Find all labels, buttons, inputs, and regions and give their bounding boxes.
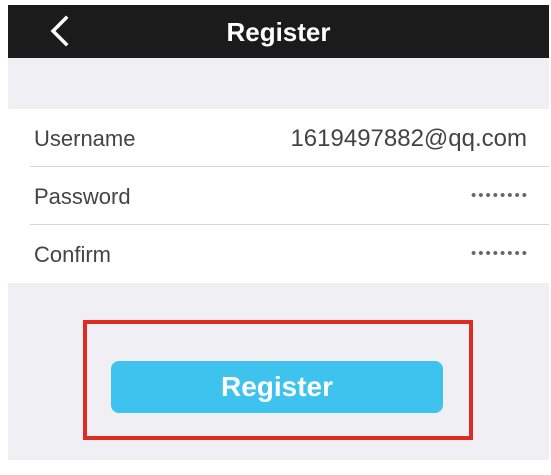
password-row[interactable]: Password •••••••• xyxy=(8,167,549,225)
confirm-password-field[interactable]: •••••••• xyxy=(471,245,529,263)
password-label: Password xyxy=(34,184,131,209)
password-field[interactable]: •••••••• xyxy=(471,187,529,205)
username-field[interactable]: 1619497882@qq.com xyxy=(290,127,527,151)
confirm-row[interactable]: Confirm •••••••• xyxy=(8,225,549,283)
register-screen: Register Username 1619497882@qq.com Pass… xyxy=(8,5,549,460)
screen: Register Username 1619497882@qq.com Pass… xyxy=(0,0,551,475)
register-button[interactable]: Register xyxy=(111,361,443,413)
confirm-label: Confirm xyxy=(34,242,112,267)
navigation-bar: Register xyxy=(8,5,549,58)
registration-form: Username 1619497882@qq.com Password ••••… xyxy=(8,109,549,283)
username-row[interactable]: Username 1619497882@qq.com xyxy=(8,109,549,167)
username-label: Username xyxy=(34,126,136,151)
page-title: Register xyxy=(226,17,331,47)
